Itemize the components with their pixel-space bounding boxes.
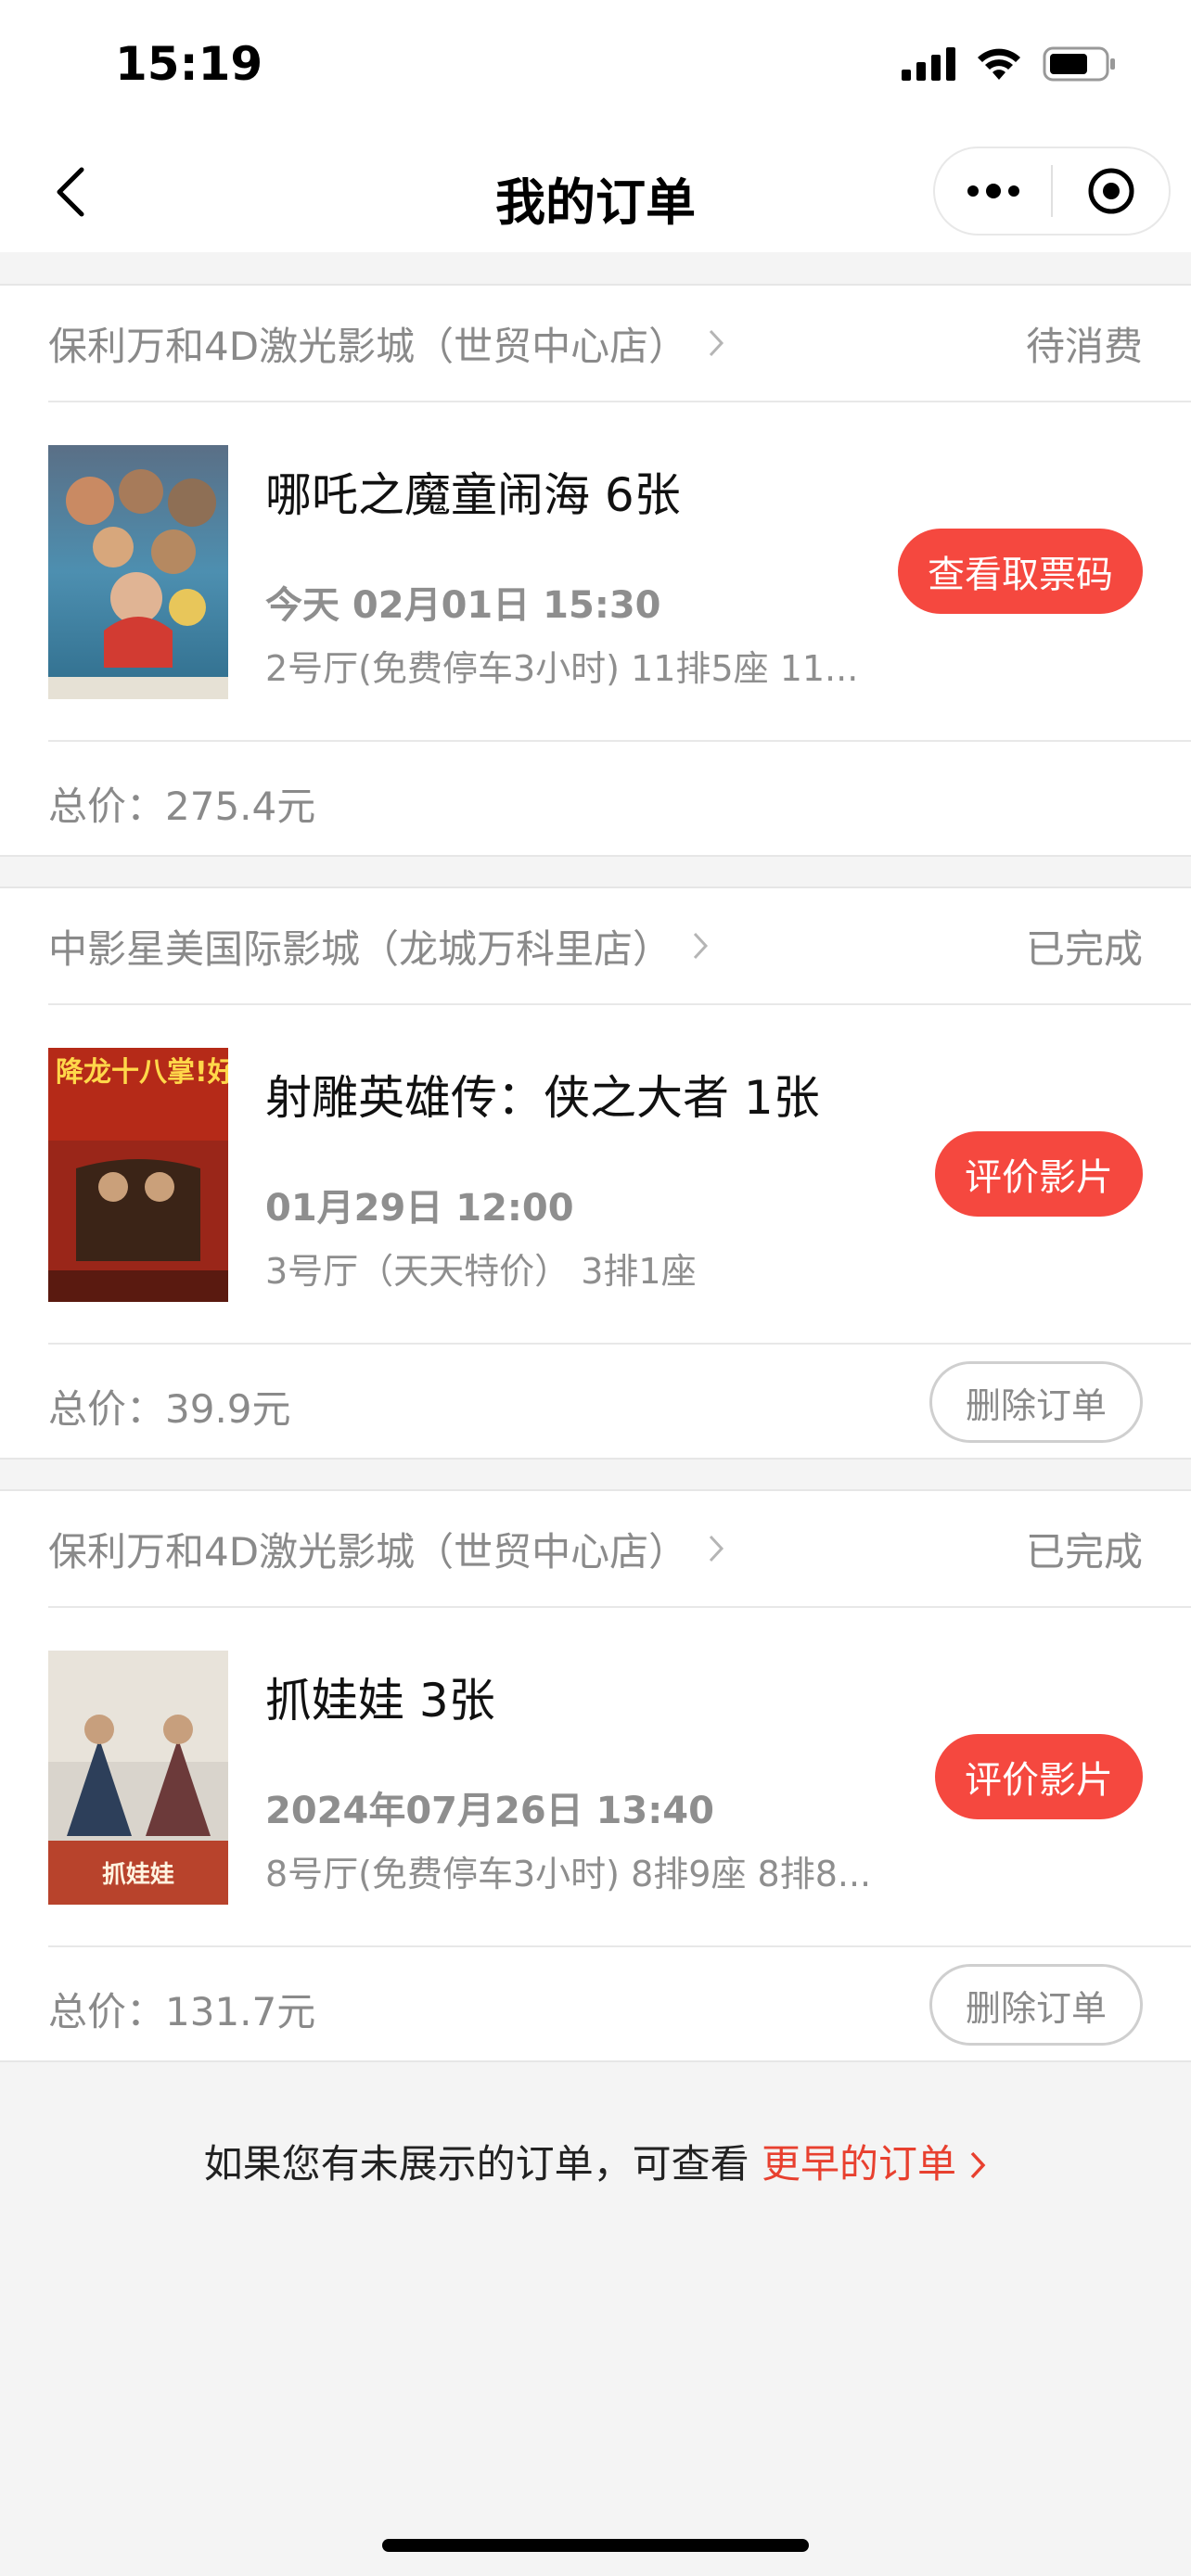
order-status: 已完成 bbox=[1025, 925, 1143, 972]
nav-bar: 我的订单 bbox=[0, 132, 1191, 252]
hall-seats: 2号厅(免费停车3小时) 11排5座 11... bbox=[265, 648, 859, 689]
movie-poster[interactable]: 抓娃娃 bbox=[48, 1651, 228, 1905]
total-value: 275.4元 bbox=[165, 784, 316, 829]
show-time: 今天 02月01日 15:30 bbox=[265, 584, 661, 627]
movie-title: 抓娃娃 3张 bbox=[265, 1674, 495, 1728]
total-label: 总价： bbox=[48, 1386, 166, 1432]
earlier-orders-label: 更早的订单 bbox=[761, 2141, 956, 2187]
status-time: 15:19 bbox=[115, 37, 263, 91]
order-header[interactable]: 保利万和4D激光影城（世贸中心店） 待消费 bbox=[48, 286, 1143, 401]
hall-seats: 8号厅(免费停车3小时) 8排9座 8排8... bbox=[265, 1854, 872, 1894]
mini-program-capsule bbox=[933, 147, 1171, 236]
footer-text: 如果您有未展示的订单，可查看 bbox=[203, 2141, 762, 2187]
earlier-orders-note: 如果您有未展示的订单，可查看 更早的订单 bbox=[0, 2133, 1191, 2189]
shediao-poster-image: 降龙十八掌!好运涨涨涨 bbox=[48, 1048, 228, 1302]
chevron-right-icon bbox=[971, 2151, 986, 2179]
target-icon bbox=[1088, 168, 1133, 214]
divider bbox=[48, 1606, 1191, 1608]
chevron-right-icon bbox=[693, 932, 709, 960]
cinema-name: 保利万和4D激光影城（世贸中心店） bbox=[48, 1528, 688, 1575]
cinema-link[interactable]: 中影星美国际影城（龙城万科里店） bbox=[48, 918, 709, 975]
cinema-link[interactable]: 保利万和4D激光影城（世贸中心店） bbox=[48, 315, 724, 372]
wifi-icon bbox=[978, 48, 1020, 80]
total-label: 总价： bbox=[48, 1989, 166, 2034]
show-time: 01月29日 12:00 bbox=[265, 1187, 574, 1230]
hall-seats: 3号厅（天天特价） 3排1座 bbox=[265, 1251, 697, 1292]
cinema-name: 中影星美国际影城（龙城万科里店） bbox=[48, 925, 672, 972]
divider bbox=[48, 1003, 1191, 1005]
status-icons bbox=[902, 46, 1117, 82]
cinema-name: 保利万和4D激光影城（世贸中心店） bbox=[48, 323, 688, 369]
total-value: 131.7元 bbox=[165, 1989, 316, 2034]
more-icon bbox=[967, 184, 1019, 198]
rate-movie-button[interactable]: 评价影片 bbox=[935, 1734, 1143, 1819]
order-total: 总价：131.7元 bbox=[48, 1981, 315, 2037]
delete-order-button[interactable]: 删除订单 bbox=[929, 1361, 1143, 1443]
order-card: 保利万和4D激光影城（世贸中心店） 待消费 哪吒之魔童闹海 6张 今天 02月0… bbox=[0, 284, 1191, 857]
more-button[interactable] bbox=[935, 148, 1051, 234]
cinema-link[interactable]: 保利万和4D激光影城（世贸中心店） bbox=[48, 1521, 724, 1577]
movie-title: 射雕英雄传：侠之大者 1张 bbox=[265, 1071, 820, 1125]
order-card: 保利万和4D激光影城（世贸中心店） 已完成 抓娃娃 抓娃娃 3张 2024年07… bbox=[0, 1489, 1191, 2062]
order-header[interactable]: 保利万和4D激光影城（世贸中心店） 已完成 bbox=[48, 1491, 1143, 1606]
divider bbox=[48, 1945, 1191, 1947]
divider bbox=[48, 740, 1191, 742]
nezha-poster-image bbox=[48, 445, 228, 699]
home-indicator bbox=[382, 2539, 809, 2552]
movie-poster[interactable] bbox=[48, 445, 228, 699]
total-value: 39.9元 bbox=[165, 1386, 291, 1432]
divider bbox=[48, 401, 1191, 402]
zhuawawa-poster-image: 抓娃娃 bbox=[48, 1651, 228, 1905]
rate-movie-button[interactable]: 评价影片 bbox=[935, 1131, 1143, 1217]
delete-order-button[interactable]: 删除订单 bbox=[929, 1964, 1143, 2046]
close-miniprogram-button[interactable] bbox=[1053, 148, 1169, 234]
order-card: 中影星美国际影城（龙城万科里店） 已完成 降龙十八掌!好运涨涨涨 射雕英雄传：侠… bbox=[0, 886, 1191, 1460]
poster-text: 抓娃娃 bbox=[102, 1861, 174, 1889]
view-ticket-code-button[interactable]: 查看取票码 bbox=[898, 529, 1143, 614]
order-status: 待消费 bbox=[1025, 323, 1143, 369]
show-time: 2024年07月26日 13:40 bbox=[265, 1790, 714, 1832]
total-label: 总价： bbox=[48, 784, 166, 829]
order-total: 总价：275.4元 bbox=[48, 775, 315, 832]
earlier-orders-link[interactable]: 更早的订单 bbox=[762, 2141, 987, 2187]
movie-poster[interactable]: 降龙十八掌!好运涨涨涨 bbox=[48, 1048, 228, 1302]
chevron-right-icon bbox=[709, 1535, 724, 1562]
status-bar: 15:19 bbox=[0, 0, 1191, 132]
order-header[interactable]: 中影星美国际影城（龙城万科里店） 已完成 bbox=[48, 888, 1143, 1003]
signal-icon bbox=[902, 47, 955, 81]
order-status: 已完成 bbox=[1025, 1528, 1143, 1575]
divider bbox=[48, 1343, 1191, 1345]
battery-icon bbox=[1043, 46, 1115, 82]
chevron-right-icon bbox=[709, 329, 724, 357]
order-total: 总价：39.9元 bbox=[48, 1378, 291, 1435]
movie-title: 哪吒之魔童闹海 6张 bbox=[265, 468, 681, 522]
poster-text: 降龙十八掌!好运涨涨涨 bbox=[56, 1056, 228, 1089]
